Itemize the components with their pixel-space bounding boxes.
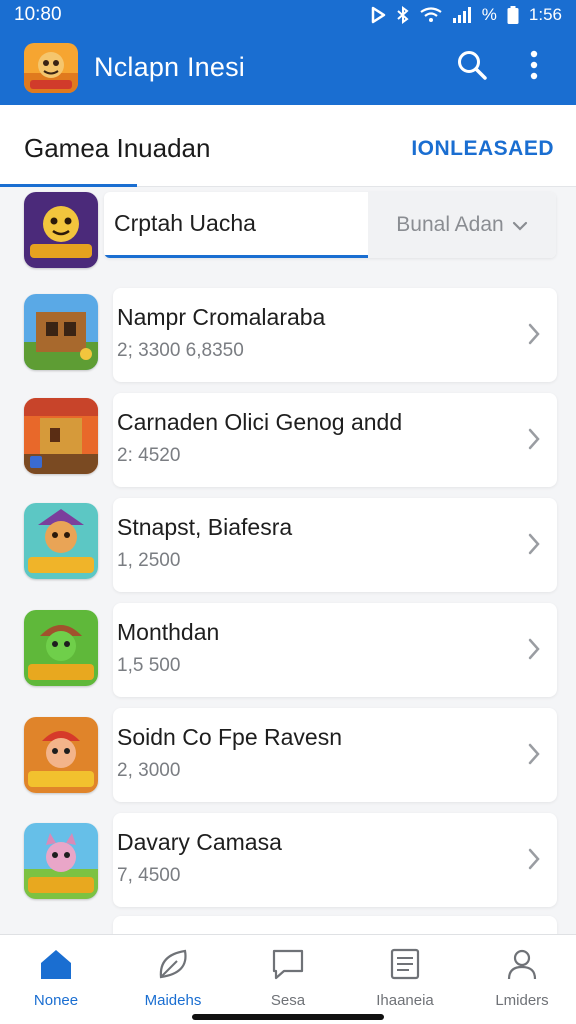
list-item-title: Carnaden Olici Genog andd — [117, 409, 403, 435]
nav-label: Lmiders — [495, 992, 549, 1009]
more-vert-icon — [529, 50, 539, 85]
chevron-right-icon — [527, 742, 541, 771]
nav-label: Ihaaneia — [376, 992, 434, 1009]
nav-lmiders[interactable]: Lmiders — [474, 947, 570, 1009]
nav-sesa[interactable]: Sesa — [240, 947, 336, 1009]
status-bar: 10:80 % 1:56 — [0, 0, 576, 30]
chevron-right-icon — [527, 637, 541, 666]
tabs-bar: Gamea Inuadan IONLEASAED — [0, 105, 576, 187]
list-item-card[interactable]: Monthdan 1,5 500 — [113, 603, 557, 697]
home-icon — [38, 947, 74, 986]
wifi-icon — [420, 7, 442, 23]
list-item-title: Soidn Co Fpe Ravesn — [117, 724, 343, 750]
current-game-card[interactable]: Crptah Uacha Bunal Adan — [104, 192, 556, 258]
list-item-card[interactable]: Davary Camasa 7, 4500 — [113, 813, 557, 907]
tab-games[interactable]: Gamea Inuadan — [24, 133, 210, 164]
game-cabin-icon — [24, 294, 98, 370]
list-item-title: Monthdan — [117, 619, 220, 645]
list-item-title: Stnapst, Biafesra — [117, 514, 293, 540]
document-icon — [387, 947, 423, 986]
current-game-row[interactable]: Crptah Uacha Bunal Adan — [0, 188, 576, 280]
filter-label: Bunal Adan — [396, 213, 504, 236]
list-item[interactable]: Monthdan 1,5 500 — [0, 603, 576, 709]
game-list[interactable]: Crptah Uacha Bunal Adan Nampr Cromalarab… — [0, 188, 576, 934]
search-button[interactable] — [450, 46, 494, 90]
list-item-subtitle: 1, 2500 — [117, 550, 181, 571]
status-clock: 1:56 — [528, 5, 562, 24]
tab-active-indicator — [0, 184, 137, 187]
game-girl-icon — [24, 717, 98, 793]
filter-dropdown[interactable]: Bunal Adan — [368, 192, 556, 258]
game-turtle-icon — [24, 610, 98, 686]
signal-icon — [452, 7, 472, 23]
message-icon — [270, 947, 306, 986]
list-item-subtitle: 1,5 500 — [117, 655, 181, 676]
bluetooth-icon — [396, 6, 410, 24]
game-treehouse-icon — [24, 398, 98, 474]
game-monster-icon — [24, 192, 98, 268]
status-icons: % 1:56 — [370, 5, 562, 25]
chevron-right-icon — [527, 322, 541, 351]
app-bar: Nclapn Inesi — [0, 30, 576, 105]
nav-maidehs[interactable]: Maidehs — [125, 947, 221, 1009]
list-item-subtitle: 7, 4500 — [117, 865, 181, 886]
list-item[interactable]: Davary Camasa 7, 4500 — [0, 813, 576, 919]
nav-label: Maidehs — [144, 992, 202, 1009]
list-item[interactable]: Soidn Co Fpe Ravesn 2, 3000 — [0, 708, 576, 814]
bottom-nav: Nonee Maidehs Sesa Ihaaneia Lmiders — [0, 934, 576, 1024]
chevron-right-icon — [527, 847, 541, 876]
list-item[interactable]: Nampr Cromalaraba 2; 3300 6,8350 — [0, 288, 576, 394]
list-item-title: Nampr Cromalaraba — [117, 304, 326, 330]
list-item-card[interactable]: Nampr Cromalaraba 2; 3300 6,8350 — [113, 288, 557, 382]
status-percent: % — [481, 5, 497, 24]
app-title: Nclapn Inesi — [94, 52, 245, 82]
app-logo — [24, 42, 78, 93]
list-item[interactable]: Stnapst, Biafesra 1, 2500 — [0, 498, 576, 604]
user-icon — [504, 947, 540, 986]
nav-label: Nonee — [33, 992, 79, 1009]
list-item[interactable]: Carnaden Olici Genog andd 2: 4520 — [0, 393, 576, 499]
play-icon — [370, 6, 386, 24]
chevron-right-icon — [527, 532, 541, 561]
nav-label: Sesa — [270, 992, 306, 1009]
game-pirate-icon — [24, 503, 98, 579]
home-indicator[interactable] — [192, 1014, 384, 1020]
list-item-card[interactable]: Carnaden Olici Genog andd 2: 4520 — [113, 393, 557, 487]
list-item-card-partial[interactable] — [113, 916, 557, 934]
leaf-icon — [155, 947, 191, 986]
battery-icon — [507, 6, 519, 24]
search-icon — [456, 49, 488, 86]
tab-released[interactable]: IONLEASAED — [411, 137, 554, 161]
more-options-button[interactable] — [512, 46, 556, 90]
chevron-down-icon — [512, 213, 528, 237]
list-item-subtitle: 2, 3000 — [117, 760, 181, 781]
chevron-right-icon — [527, 427, 541, 456]
list-item-subtitle: 2: 4520 — [117, 445, 181, 466]
nav-ihaaneia[interactable]: Ihaaneia — [357, 947, 453, 1009]
status-time: 10:80 — [14, 4, 62, 25]
game-cat-icon — [24, 823, 98, 899]
list-item-title: Davary Camasa — [117, 829, 282, 855]
nav-home[interactable]: Nonee — [8, 947, 104, 1009]
list-item-card[interactable]: Stnapst, Biafesra 1, 2500 — [113, 498, 557, 592]
list-item-card[interactable]: Soidn Co Fpe Ravesn 2, 3000 — [113, 708, 557, 802]
current-game-progress — [104, 255, 376, 258]
current-game-name: Crptah Uacha — [114, 210, 256, 236]
list-item-subtitle: 2; 3300 6,8350 — [117, 340, 244, 361]
